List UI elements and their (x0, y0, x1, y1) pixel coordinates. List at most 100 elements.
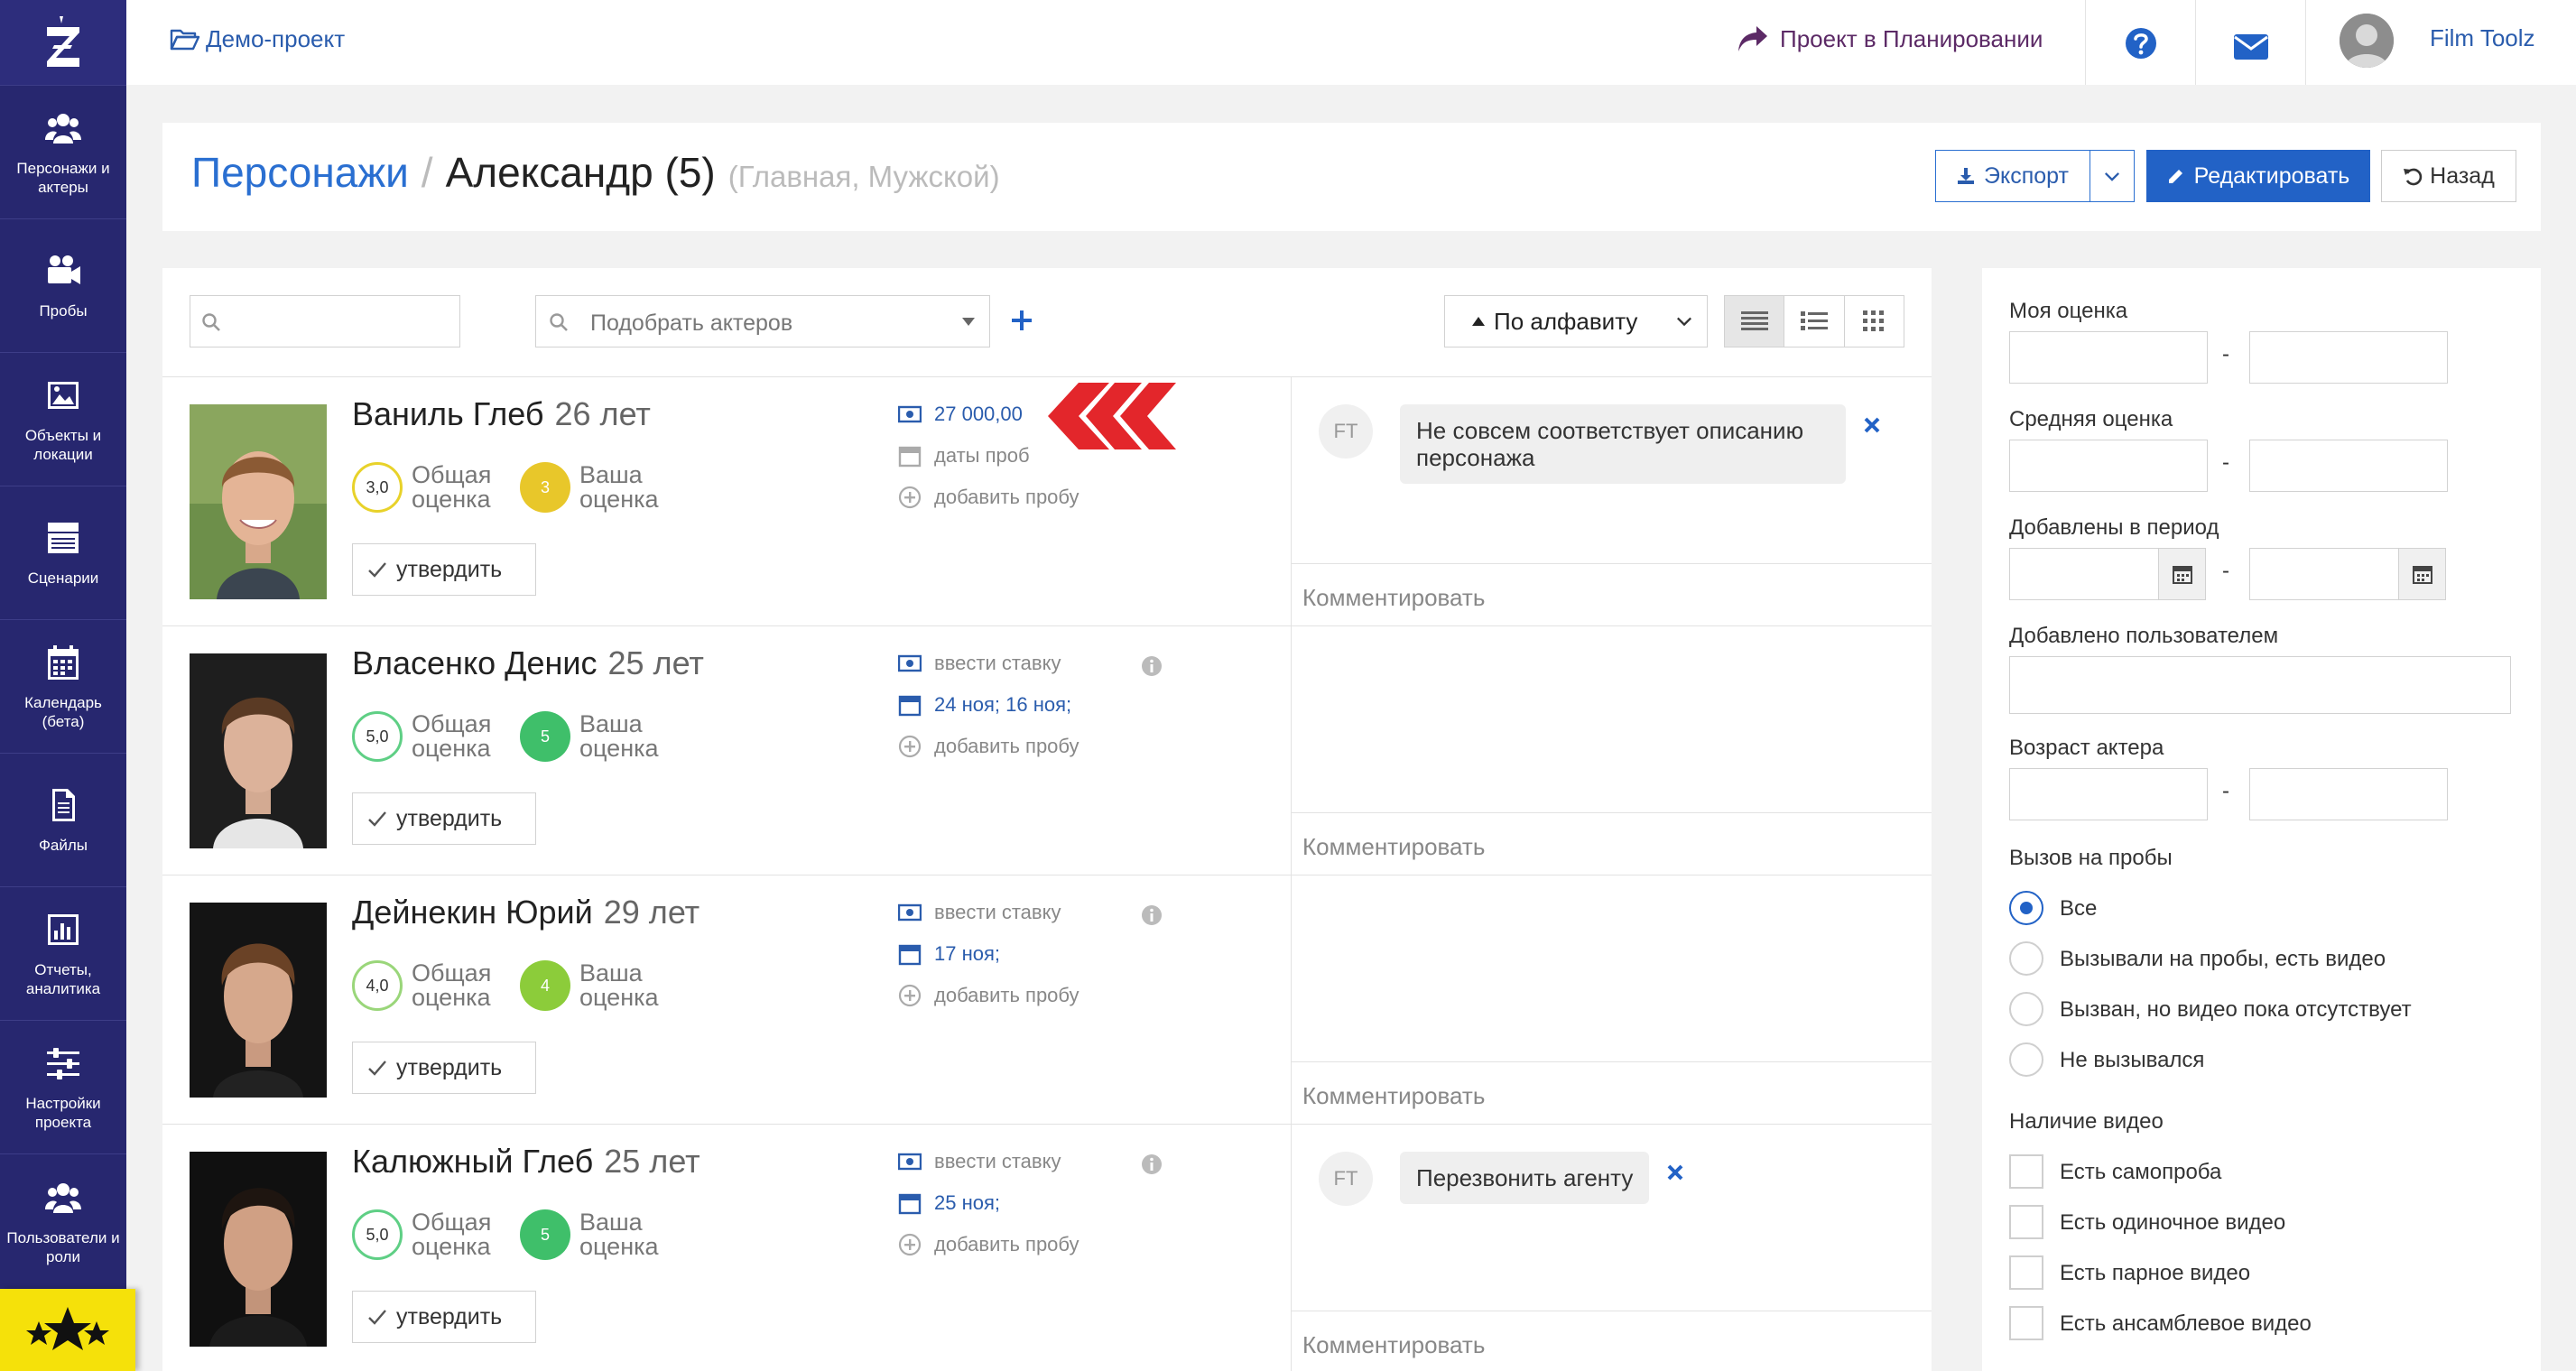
sidebar-item-users[interactable]: Пользователи и роли (0, 1153, 126, 1289)
actor-rate[interactable]: ввести ставку (898, 652, 1061, 675)
add-test-button[interactable]: добавить пробу (898, 735, 1080, 758)
actor-name[interactable]: Калюжный Глеб 25 лет (352, 1143, 700, 1181)
export-dropdown-button[interactable] (2090, 150, 2135, 202)
overall-rating: 5,0 Общая оценка (352, 711, 491, 762)
comment-input[interactable]: Комментировать (1292, 812, 1932, 875)
sort-select[interactable]: По алфавиту (1444, 295, 1708, 347)
sidebar-item-tests[interactable]: Пробы (0, 218, 126, 352)
age-from-input[interactable] (2009, 768, 2208, 820)
my-rating[interactable]: 5 Ваша оценка (520, 1209, 659, 1260)
avg-rating-to-input[interactable] (2249, 440, 2448, 492)
export-button[interactable]: Экспорт (1935, 150, 2090, 202)
actor-rate[interactable]: ввести ставку (898, 901, 1061, 924)
actor-photo[interactable] (190, 1152, 327, 1347)
actor-test-dates[interactable]: даты проб (898, 444, 1030, 468)
stars-badge[interactable] (0, 1289, 135, 1371)
view-list-detailed-button[interactable] (1725, 296, 1785, 347)
added-from-calendar-button[interactable] (2159, 548, 2206, 600)
mail-icon[interactable] (2233, 29, 2269, 65)
actor-test-dates[interactable]: 25 ноя; (898, 1191, 1000, 1215)
edit-button[interactable]: Редактировать (2146, 150, 2370, 202)
sidebar-item-reports[interactable]: Отчеты, аналитика (0, 886, 126, 1020)
actor-name[interactable]: Ваниль Глеб 26 лет (352, 395, 651, 433)
planning-link[interactable]: Проект в Планировании (1737, 24, 2043, 53)
actor-row[interactable]: Калюжный Глеб 25 лет 5,0 Общая оценка 5 Ва… (162, 1124, 1932, 1371)
sidebar-item-label: Сценарии (27, 570, 99, 587)
added-from-date-input[interactable] (2009, 548, 2159, 600)
sidebar-item-locations[interactable]: Объекты и локации (0, 352, 126, 486)
actor-rate[interactable]: ввести ставку (898, 1150, 1061, 1173)
my-rating[interactable]: 4 Ваша оценка (520, 960, 659, 1011)
actor-photo[interactable] (190, 903, 327, 1098)
logo[interactable] (0, 0, 126, 85)
test-call-option-label: Не вызывался (2060, 1048, 2205, 1072)
added-to-calendar-button[interactable] (2399, 548, 2446, 600)
approve-button[interactable]: утвердить (352, 1291, 536, 1343)
sidebar-item-characters[interactable]: Персонажи и актеры (0, 85, 126, 218)
actor-photo[interactable] (190, 404, 327, 599)
info-icon[interactable] (1141, 904, 1163, 926)
actor-portrait-icon (190, 903, 327, 1098)
comment-input[interactable]: Комментировать (1292, 1311, 1932, 1371)
actor-row[interactable]: Ваниль Глеб 26 лет 3,0 Общая оценка 3 Ваша… (162, 376, 1932, 626)
comment-input[interactable]: Комментировать (1292, 563, 1932, 626)
avatar[interactable] (2340, 14, 2394, 68)
delete-comment-icon[interactable] (1862, 415, 1882, 435)
add-test-button[interactable]: добавить пробу (898, 1233, 1080, 1256)
video-checkbox-single[interactable] (2009, 1205, 2043, 1239)
add-actor-button[interactable] (1002, 301, 1042, 340)
actor-age: 25 лет (607, 644, 704, 681)
actor-row[interactable]: Власенко Денис 25 лет 5,0 Общая оценка 5 В… (162, 625, 1932, 875)
approve-label: утвердить (396, 1303, 503, 1329)
test-call-radio-all[interactable] (2009, 891, 2043, 925)
video-checkbox-ensemble[interactable] (2009, 1306, 2043, 1340)
comment-input[interactable]: Комментировать (1292, 1061, 1932, 1125)
actor-name[interactable]: Дейнекин Юрий 29 лет (352, 894, 700, 931)
video-checkbox-pair[interactable] (2009, 1255, 2043, 1290)
planning-label: Проект в Планировании (1780, 24, 2043, 52)
approve-button[interactable]: утвердить (352, 543, 536, 596)
actor-photo[interactable] (190, 653, 327, 848)
approve-button[interactable]: утвердить (352, 792, 536, 845)
delete-comment-icon[interactable] (1665, 1163, 1685, 1182)
user-name[interactable]: Film Toolz (2430, 24, 2535, 52)
actor-picker-select[interactable]: Подобрать актеров (535, 295, 990, 347)
age-to-input[interactable] (2249, 768, 2448, 820)
back-button[interactable]: Назад (2381, 150, 2516, 202)
info-icon[interactable] (1141, 655, 1163, 677)
help-icon[interactable] (2123, 25, 2159, 61)
search-input[interactable] (190, 295, 460, 347)
sidebar-item-files[interactable]: Файлы (0, 753, 126, 886)
add-test-button[interactable]: добавить пробу (898, 486, 1080, 509)
test-call-radio-not-called[interactable] (2009, 1042, 2043, 1077)
video-checkbox-self-tape[interactable] (2009, 1154, 2043, 1189)
my-rating-to-input[interactable] (2249, 331, 2448, 384)
approve-button[interactable]: утвердить (352, 1042, 536, 1094)
actor-dates-value: 24 ноя; 16 ноя; (934, 693, 1072, 716)
added-by-input[interactable] (2009, 656, 2511, 714)
my-rating[interactable]: 3 Ваша оценка (520, 462, 659, 513)
view-grid-button[interactable] (1845, 296, 1904, 347)
top-divider (2195, 0, 2196, 85)
project-link[interactable]: Демо-проект (170, 25, 345, 53)
breadcrumb-characters-link[interactable]: Персонажи (191, 148, 409, 197)
info-icon[interactable] (1141, 1153, 1163, 1175)
sidebar-item-scripts[interactable]: Сценарии (0, 486, 126, 619)
sidebar-item-settings[interactable]: Настройки проекта (0, 1020, 126, 1153)
add-test-button[interactable]: добавить пробу (898, 984, 1080, 1007)
actor-name[interactable]: Власенко Денис 25 лет (352, 644, 704, 682)
actor-rate[interactable]: 27 000,00 (898, 403, 1023, 426)
test-call-radio-no-video[interactable] (2009, 992, 2043, 1026)
filter-my-rating-label: Моя оценка (2009, 299, 2128, 323)
actor-test-dates[interactable]: 24 ноя; 16 ноя; (898, 693, 1071, 717)
added-to-date-input[interactable] (2249, 548, 2399, 600)
actor-test-dates[interactable]: 17 ноя; (898, 942, 1000, 966)
actor-row[interactable]: Дейнекин Юрий 29 лет 4,0 Общая оценка 4 Ва… (162, 875, 1932, 1125)
my-rating[interactable]: 5 Ваша оценка (520, 711, 659, 762)
my-rating-from-input[interactable] (2009, 331, 2208, 384)
test-call-radio-with-video[interactable] (2009, 941, 2043, 976)
sidebar-item-calendar[interactable]: Календарь (бета) (0, 619, 126, 753)
filter-added-by-label: Добавлено пользователем (2009, 624, 2279, 648)
view-list-button[interactable] (1784, 296, 1845, 347)
avg-rating-from-input[interactable] (2009, 440, 2208, 492)
